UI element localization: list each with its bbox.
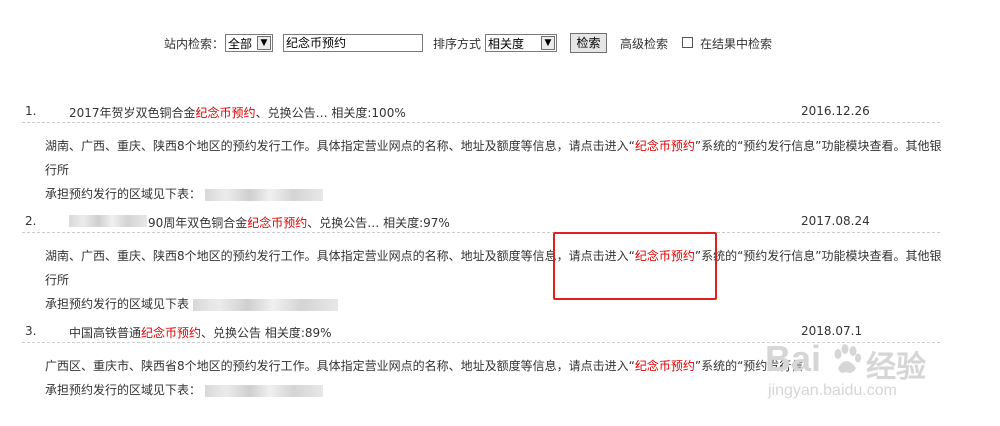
- result-title-link[interactable]: 中国高铁普通纪念币预约、兑换公告 相关度:89%: [69, 324, 332, 341]
- result-number: 3.: [25, 324, 37, 338]
- result-title-link[interactable]: 2017年贺岁双色铜合金纪念币预约、兑换公告… 相关度:100%: [69, 104, 406, 121]
- result-date: 2018.07.1: [801, 324, 863, 338]
- scope-select[interactable]: 全部 ▼: [225, 34, 273, 52]
- search-input-value: 纪念币预约: [286, 36, 347, 50]
- result-title-highlight: 纪念币预约: [141, 326, 202, 340]
- result-desc-text: 广西区、重庆市、陕西省8个地区的预约发行工作。具体指定营业网点的名称、地址及额度…: [45, 359, 635, 373]
- search-input[interactable]: 纪念币预约: [283, 34, 423, 52]
- result-desc-line2: 承担预约发行的区域见下表：: [45, 383, 202, 397]
- sort-select-value: 相关度: [488, 37, 525, 51]
- result-number: 2.: [25, 214, 37, 228]
- search-within-checkbox[interactable]: [682, 37, 693, 48]
- watermark-brand: Bai: [765, 338, 822, 379]
- result-title-highlight: 纪念币预约: [195, 106, 256, 120]
- site-search-label: 站内检索：: [164, 37, 225, 51]
- result-title-text: 90周年双色铜合金: [148, 216, 248, 230]
- search-within-label: 在结果中检索: [700, 37, 773, 51]
- result-description: 湖南、广西、重庆、陕西8个地区的预约发行工作。具体指定营业网点的名称、地址及额度…: [45, 244, 945, 316]
- result-desc-line2: 承担预约发行的区域见下表: [45, 297, 190, 311]
- result-desc-highlight: 纪念币预约: [634, 139, 695, 153]
- result-desc-text: 湖南、广西、重庆、陕西8个地区的预约发行工作。具体指定营业网点的名称、地址及额度…: [45, 249, 635, 263]
- result-title-link[interactable]: 90周年双色铜合金纪念币预约、兑换公告… 相关度:97%: [148, 214, 450, 231]
- blurred-redaction: [192, 298, 338, 311]
- result-desc-line2: 承担预约发行的区域见下表：: [45, 187, 202, 201]
- search-button[interactable]: 检索: [570, 33, 607, 53]
- scope-select-value: 全部: [228, 37, 253, 51]
- result-title-suffix: 、兑换公告… 相关度:97%: [307, 216, 450, 230]
- result-number: 1.: [25, 104, 37, 118]
- result-title-highlight: 纪念币预约: [247, 216, 308, 230]
- chevron-down-icon: ▼: [541, 36, 555, 50]
- chevron-down-icon: ▼: [257, 36, 271, 50]
- blurred-redaction: [69, 215, 147, 227]
- blurred-redaction: [204, 188, 323, 201]
- watermark-brand-cn: 经验: [866, 350, 926, 385]
- result-title-suffix: 、兑换公告 相关度:89%: [201, 326, 332, 340]
- watermark-url: jingyan.baidu.com: [768, 382, 897, 399]
- result-title-text: 2017年贺岁双色铜合金: [69, 106, 196, 120]
- advanced-search-link[interactable]: 高级检索: [620, 33, 668, 55]
- dotted-divider: [22, 232, 940, 233]
- paw-icon: [834, 344, 861, 373]
- sort-select[interactable]: 相关度 ▼: [485, 34, 557, 52]
- result-date: 2016.12.26: [801, 104, 870, 118]
- result-title-suffix: 、兑换公告… 相关度:100%: [255, 106, 406, 120]
- result-description: 湖南、广西、重庆、陕西8个地区的预约发行工作。具体指定营业网点的名称、地址及额度…: [45, 134, 945, 206]
- result-desc-highlight: 纪念币预约: [634, 359, 695, 373]
- dotted-divider: [22, 122, 940, 123]
- result-desc-text: 湖南、广西、重庆、陕西8个地区的预约发行工作。具体指定营业网点的名称、地址及额度…: [45, 139, 635, 153]
- sort-label: 排序方式: [433, 37, 482, 51]
- result-date: 2017.08.24: [801, 214, 870, 228]
- result-title-text: 中国高铁普通: [69, 326, 142, 340]
- highlight-box: [553, 232, 717, 300]
- search-bar: 站内检索： 全部 ▼ 纪念币预约 排序方式 相关度 ▼ 检索 高级检索 在结果中…: [0, 33, 1000, 55]
- blurred-redaction: [204, 384, 323, 397]
